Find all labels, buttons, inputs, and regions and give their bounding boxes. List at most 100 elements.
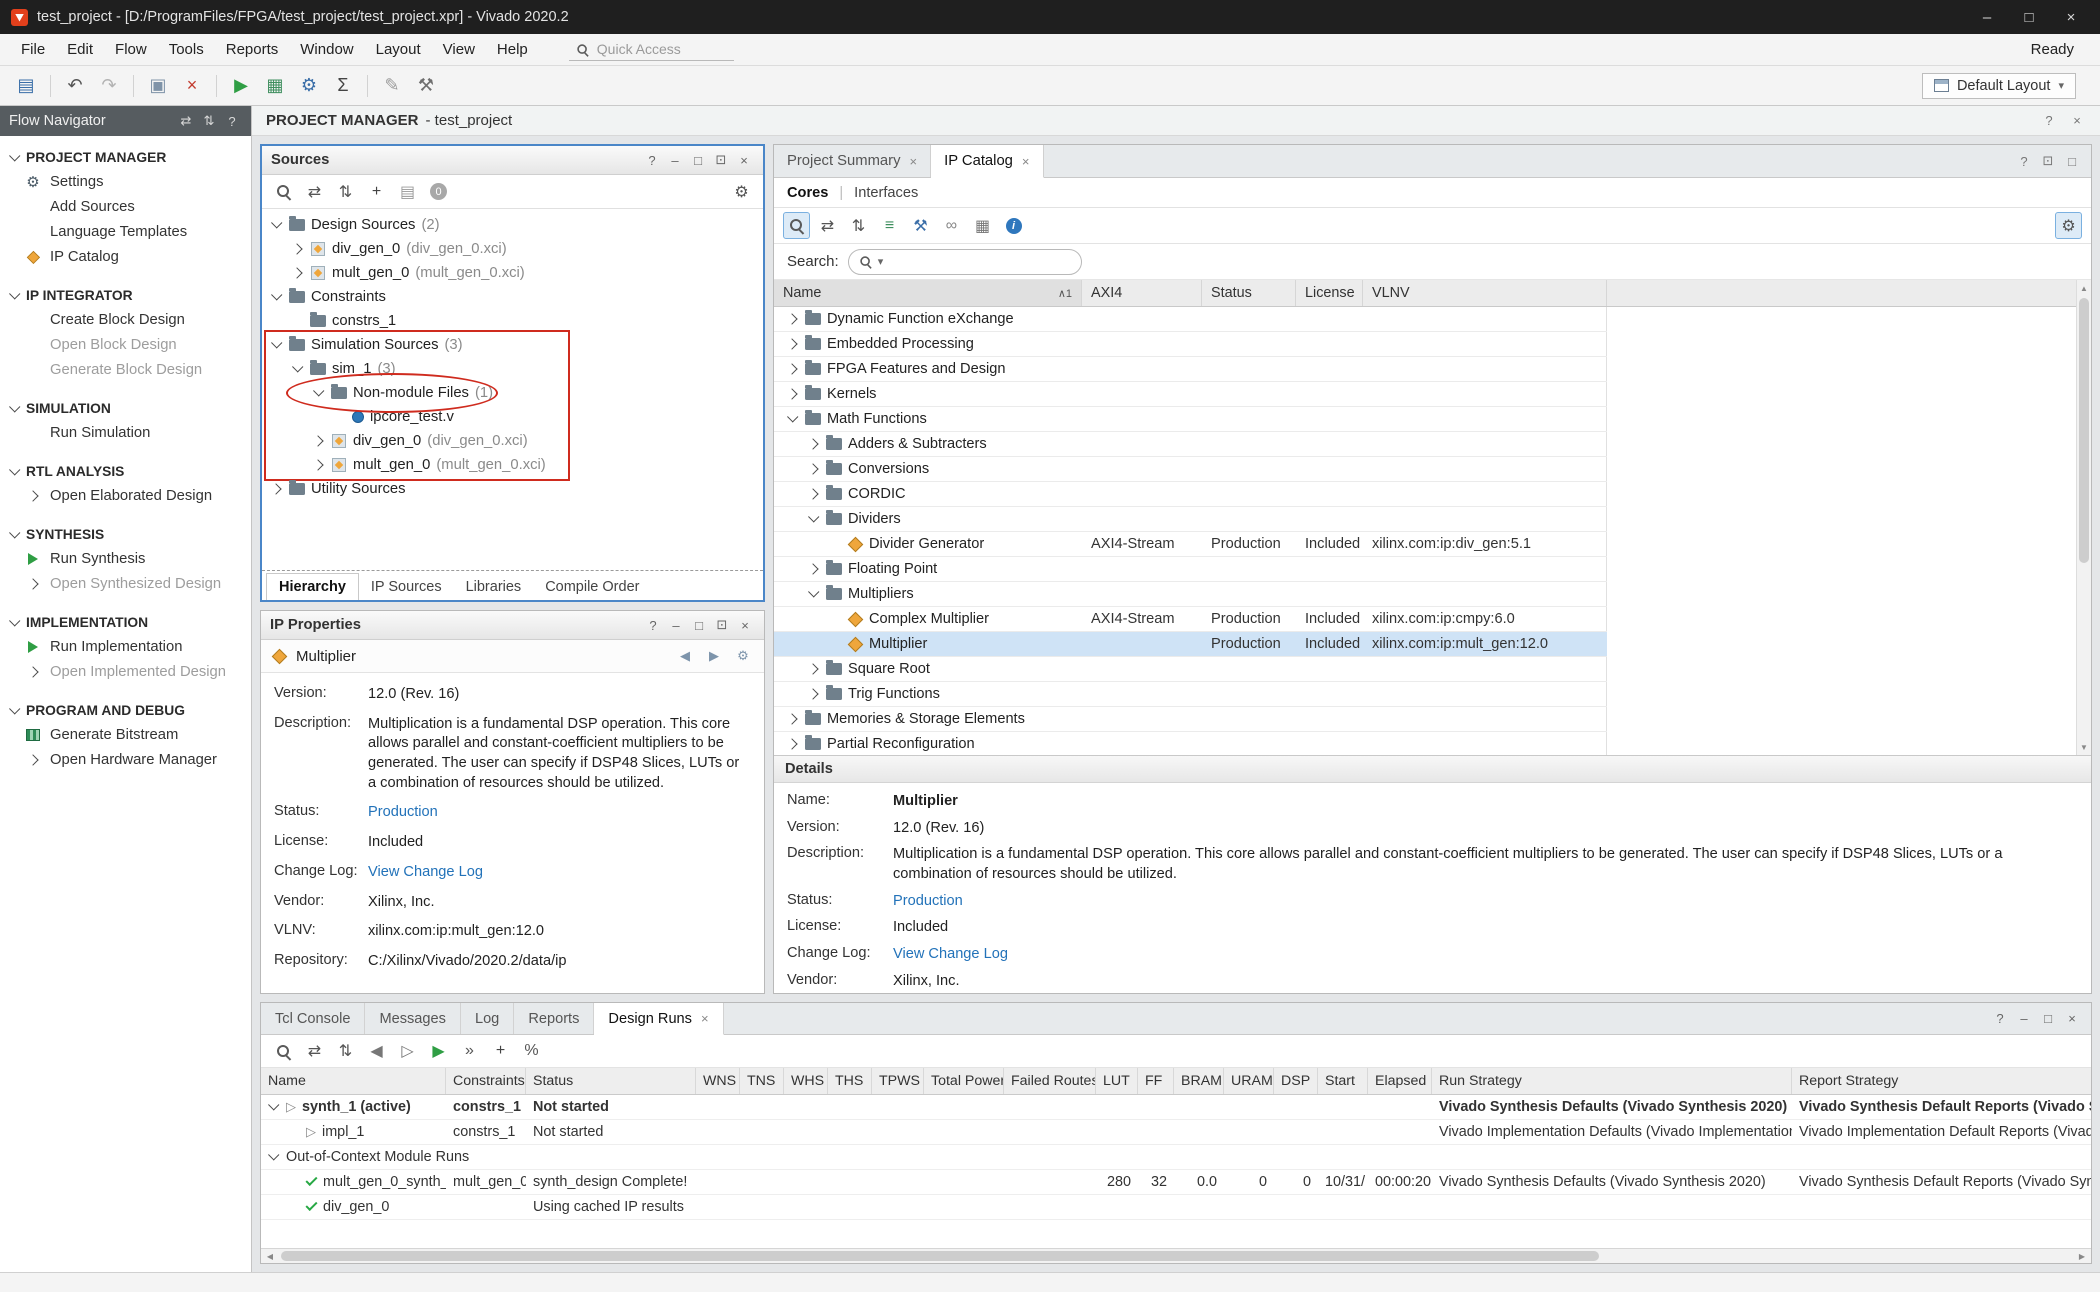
run-row-out-of-context-module-runs[interactable]: Out-of-Context Module Runs	[261, 1145, 2091, 1170]
save-icon[interactable]: ▤	[10, 71, 42, 101]
flow-section-header-rtl-analysis[interactable]: RTL ANALYSIS	[0, 460, 251, 483]
help-icon[interactable]: ?	[1990, 1009, 2010, 1029]
tab-messages[interactable]: Messages	[365, 1003, 461, 1034]
tree-item-sim-1[interactable]: sim_1(3)	[262, 357, 763, 381]
catalog-row-floating-point[interactable]: Floating Point	[774, 557, 1607, 582]
maximize-icon[interactable]: □	[2038, 1009, 2058, 1029]
close-icon[interactable]: ×	[1022, 154, 1030, 169]
catalog-row-trig-functions[interactable]: Trig Functions	[774, 682, 1607, 707]
hierarchy-icon[interactable]: ≡	[876, 212, 903, 239]
column-header-wns[interactable]: WNS	[696, 1068, 740, 1094]
step-back-icon[interactable]: ◀	[363, 1038, 390, 1065]
property-value[interactable]: View Change Log	[893, 945, 2078, 965]
expander-closed-icon[interactable]	[786, 363, 797, 374]
flow-item-run-synthesis[interactable]: Run Synthesis	[0, 546, 251, 571]
column-header-lut[interactable]: LUT	[1096, 1068, 1138, 1094]
collapse-all-icon[interactable]: ⇄	[301, 1038, 328, 1065]
expand-all-icon[interactable]: ⇅	[332, 1038, 359, 1065]
minimize-icon[interactable]: –	[2014, 1009, 2034, 1029]
tree-item-non-module-files[interactable]: Non-module Files(1)	[262, 381, 763, 405]
close-icon[interactable]: ×	[2068, 112, 2086, 130]
flow-section-header-implementation[interactable]: IMPLEMENTATION	[0, 611, 251, 634]
column-header-report-strategy[interactable]: Report Strategy	[1792, 1068, 2091, 1094]
tree-item-mult-gen-0[interactable]: mult_gen_0(mult_gen_0.xci)	[262, 453, 763, 477]
expander-open-icon[interactable]	[268, 1099, 279, 1110]
expander-open-icon[interactable]	[292, 361, 303, 372]
flow-item-generate-block-design[interactable]: Generate Block Design	[0, 357, 251, 382]
percent-icon[interactable]: %	[518, 1038, 545, 1065]
flow-section-header-synthesis[interactable]: SYNTHESIS	[0, 523, 251, 546]
flow-section-header-ip-integrator[interactable]: IP INTEGRATOR	[0, 284, 251, 307]
maximize-icon[interactable]: □	[688, 150, 708, 170]
menu-edit[interactable]: Edit	[56, 36, 104, 63]
help-icon[interactable]: ?	[642, 150, 662, 170]
scrollbar-thumb[interactable]	[281, 1251, 1599, 1261]
quick-access-search[interactable]: Quick Access	[569, 38, 734, 61]
column-header-license[interactable]: License	[1296, 280, 1363, 306]
column-header-status[interactable]: Status	[526, 1068, 696, 1094]
expander-open-icon[interactable]	[808, 511, 819, 522]
expand-all-icon[interactable]: ⇅	[845, 212, 872, 239]
expander-closed-icon[interactable]	[786, 313, 797, 324]
resume-icon[interactable]: »	[456, 1038, 483, 1065]
run-row-mult-gen-0-synth-1[interactable]: mult_gen_0_synth_1mult_gen_0synth_design…	[261, 1170, 2091, 1195]
dock-icon[interactable]: ⇄	[176, 111, 196, 131]
menu-view[interactable]: View	[432, 36, 486, 63]
menu-reports[interactable]: Reports	[215, 36, 290, 63]
expand-all-icon[interactable]: ⇅	[332, 178, 359, 205]
help-icon[interactable]: ?	[2015, 152, 2033, 170]
float-icon[interactable]: ⊡	[711, 150, 731, 170]
property-value[interactable]: View Change Log	[368, 863, 751, 883]
catalog-row-kernels[interactable]: Kernels	[774, 382, 1607, 407]
expander-closed-icon[interactable]	[312, 435, 323, 446]
flow-item-settings[interactable]: ⚙Settings	[0, 169, 251, 194]
expander-closed-icon[interactable]	[807, 688, 818, 699]
minimize-icon[interactable]: –	[1966, 3, 2008, 31]
menu-flow[interactable]: Flow	[104, 36, 158, 63]
create-run-icon[interactable]: +	[487, 1038, 514, 1065]
flow-item-open-hardware-manager[interactable]: Open Hardware Manager	[0, 747, 251, 772]
expander-open-icon[interactable]	[313, 385, 324, 396]
tab-design-runs[interactable]: Design Runs×	[594, 1003, 723, 1035]
column-header-bram[interactable]: BRAM	[1174, 1068, 1224, 1094]
menu-window[interactable]: Window	[289, 36, 364, 63]
collapse-all-icon[interactable]: ⇄	[814, 212, 841, 239]
catalog-row-complex-multiplier[interactable]: Complex MultiplierAXI4-StreamProductionI…	[774, 607, 1607, 632]
info-icon[interactable]: i	[1000, 212, 1027, 239]
menu-help[interactable]: Help	[486, 36, 539, 63]
search-icon[interactable]	[270, 178, 297, 205]
settings-gear-icon[interactable]: ⚙	[2055, 212, 2082, 239]
column-header-name[interactable]: Name	[261, 1068, 446, 1094]
column-header-tpws[interactable]: TPWS	[872, 1068, 924, 1094]
flow-item-create-block-design[interactable]: Create Block Design	[0, 307, 251, 332]
expander-open-icon[interactable]	[271, 337, 282, 348]
tree-item-simulation-sources[interactable]: Simulation Sources(3)	[262, 333, 763, 357]
subtab-cores[interactable]: Cores	[787, 185, 828, 201]
expander-closed-icon[interactable]	[807, 438, 818, 449]
step-icon[interactable]: ▷	[394, 1038, 421, 1065]
close-icon[interactable]: ×	[735, 615, 755, 635]
settings-gear-icon[interactable]: ⚙	[728, 178, 755, 205]
scroll-left-icon[interactable]: ◀	[261, 1252, 279, 1261]
column-header-constraints[interactable]: Constraints	[446, 1068, 526, 1094]
menu-tools[interactable]: Tools	[158, 36, 215, 63]
catalog-search-input[interactable]: ▾	[848, 249, 1082, 275]
column-header-vlnv[interactable]: VLNV	[1363, 280, 1607, 306]
expander-closed-icon[interactable]	[786, 738, 797, 749]
catalog-row-multiplier[interactable]: MultiplierProductionIncludedxilinx.com:i…	[774, 632, 1607, 657]
horizontal-scrollbar[interactable]: ◀ ▶	[261, 1248, 2091, 1263]
property-value[interactable]: Production	[368, 803, 751, 823]
run-row-div-gen-0[interactable]: div_gen_0Using cached IP results	[261, 1195, 2091, 1220]
help-icon[interactable]: ?	[2040, 112, 2058, 130]
layout-selector[interactable]: Default Layout ▾	[1922, 73, 2076, 99]
launch-runs-icon[interactable]: ▶	[425, 1038, 452, 1065]
close-icon[interactable]: ×	[701, 1011, 709, 1026]
catalog-row-adders-subtracters[interactable]: Adders & Subtracters	[774, 432, 1607, 457]
expander-closed-icon[interactable]	[312, 459, 323, 470]
tree-item-ipcore-test-v[interactable]: ipcore_test.v	[262, 405, 763, 429]
scroll-up-icon[interactable]: ▲	[2077, 281, 2091, 295]
tab-project-summary[interactable]: Project Summary×	[774, 145, 931, 177]
column-header-axi4[interactable]: AXI4	[1082, 280, 1202, 306]
expander-open-icon[interactable]	[268, 1149, 279, 1160]
property-value[interactable]: Production	[893, 892, 2078, 912]
